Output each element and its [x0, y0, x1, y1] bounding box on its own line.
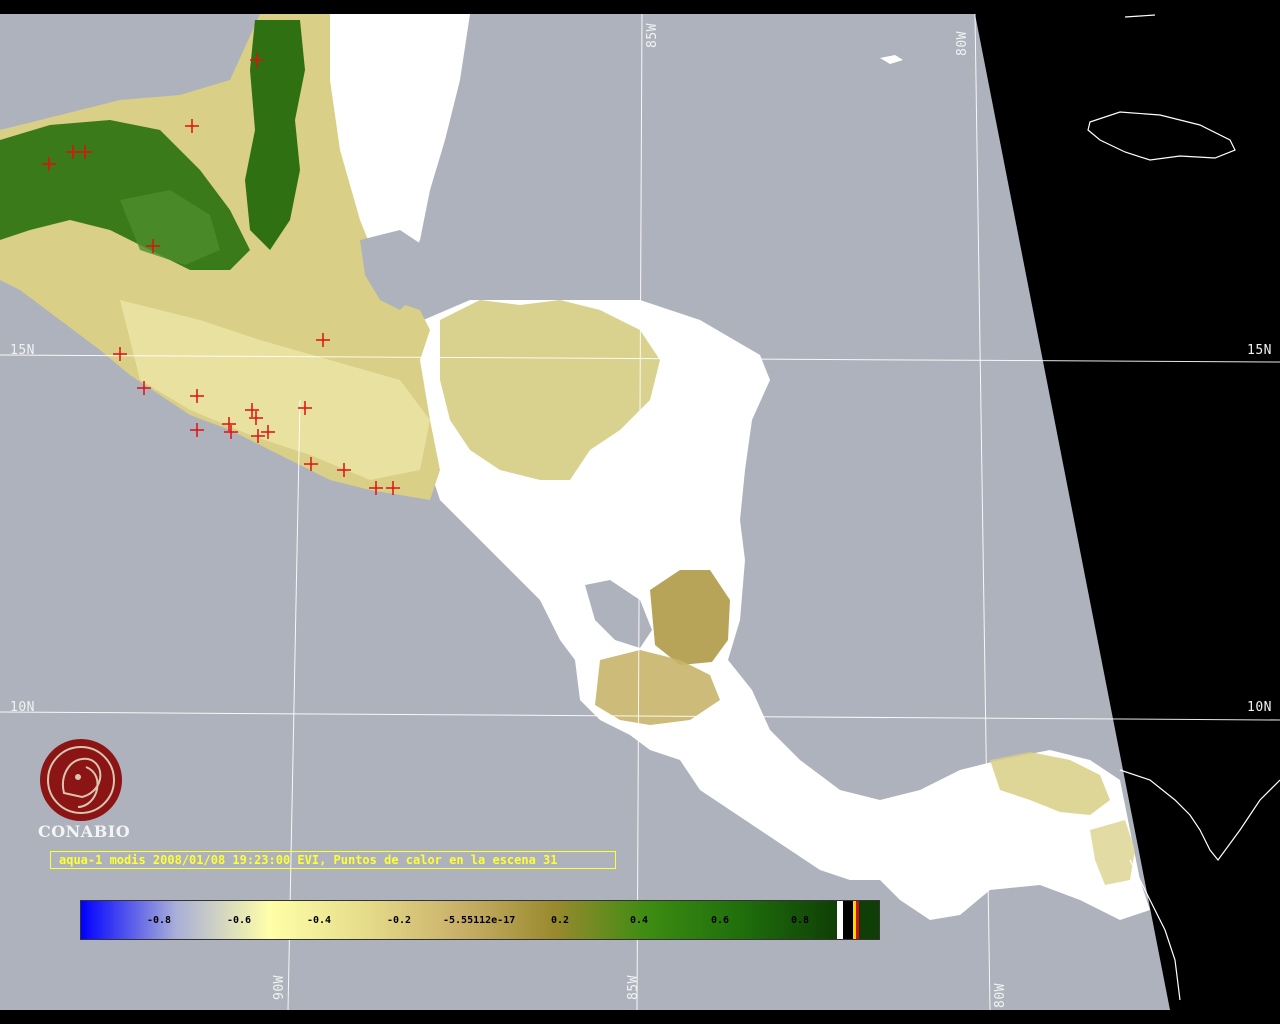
legend-marker-dark-green — [859, 901, 879, 939]
evi-color-legend: -0.8 -0.6 -0.4 -0.2 -5.55112e-17 0.2 0.4… — [80, 900, 880, 940]
lon-label-80w-top: 80W — [955, 31, 970, 56]
lat-label-15n-left: 15N — [10, 343, 35, 358]
legend-tick: 0.6 — [711, 915, 730, 926]
legend-tick: -5.55112e-17 — [443, 915, 516, 926]
conabio-logo-icon — [40, 739, 122, 821]
legend-marker-black — [843, 901, 853, 939]
legend-tick: -0.2 — [387, 915, 412, 926]
legend-tick: -0.8 — [147, 915, 172, 926]
legend-tick: 0.2 — [551, 915, 570, 926]
legend-tick: 0.4 — [630, 915, 649, 926]
legend-tick: 0.8 — [791, 915, 810, 926]
lon-label-85w-top: 85W — [645, 23, 660, 48]
lat-label-10n-left: 10N — [10, 700, 35, 715]
legend-tick: -0.6 — [227, 915, 252, 926]
map-canvas — [0, 0, 1280, 1024]
lat-label-10n-right: 10N — [1247, 700, 1272, 715]
lon-label-85w-bottom: 85W — [626, 975, 641, 1000]
scene-caption: aqua-1 modis 2008/01/08 19:23:00 EVI, Pu… — [50, 851, 616, 869]
lon-label-80w-bottom: 80W — [993, 983, 1008, 1008]
conabio-logo-text: CONABIO — [38, 822, 131, 841]
legend-tick: -0.4 — [307, 915, 332, 926]
lon-label-90w-bottom: 90W — [272, 975, 287, 1000]
lat-label-15n-right: 15N — [1247, 343, 1272, 358]
